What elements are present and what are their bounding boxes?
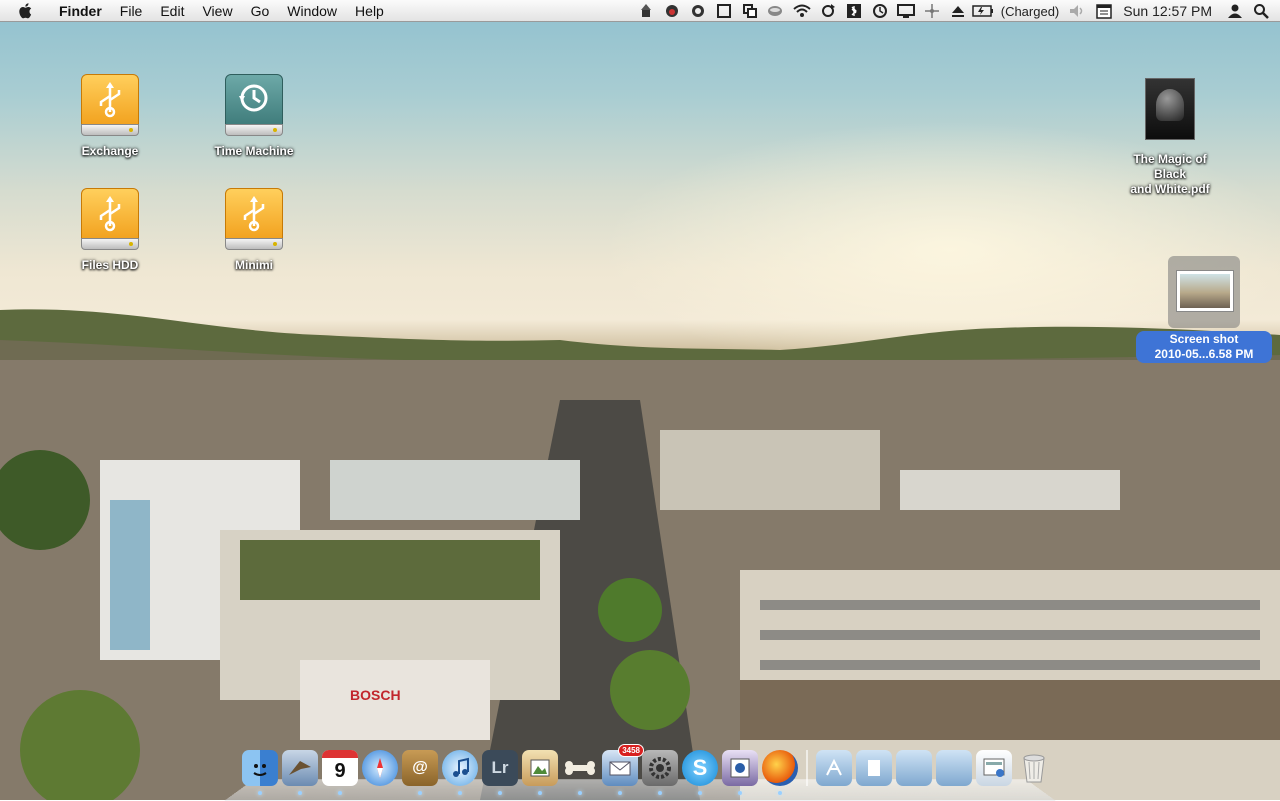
desktop-icon-label: Files HDD [81, 258, 139, 272]
pdf-document-icon [1145, 78, 1195, 140]
desktop-icon-label: Exchange [81, 144, 139, 158]
documents-folder-icon[interactable] [856, 750, 892, 786]
menu-extras: (Charged) Sun 12:57 PM [633, 0, 1280, 22]
bluetooth-panel-icon[interactable] [841, 0, 867, 22]
screenshot-image-icon [1176, 270, 1234, 312]
menu-view[interactable]: View [193, 0, 241, 22]
svg-text:BOSCH: BOSCH [350, 687, 401, 703]
mail-unread-badge: 3458 [618, 744, 644, 757]
usb-drive-icon [81, 74, 139, 138]
display-icon[interactable] [893, 0, 919, 22]
dog-bone-icon[interactable] [562, 750, 598, 795]
copy-icon[interactable] [737, 0, 763, 22]
desktop-icon-label: Time Machine [214, 144, 294, 158]
downloads-folder-icon[interactable] [896, 750, 932, 786]
menu-clock[interactable]: Sun 12:57 PM [1117, 3, 1222, 19]
eject-icon[interactable] [945, 0, 971, 22]
menu-window[interactable]: Window [278, 0, 346, 22]
preview-icon[interactable] [522, 750, 558, 795]
menu-bar: Finder File Edit View Go Window Help (Ch… [0, 0, 1280, 22]
calendar-icon[interactable] [1091, 0, 1117, 22]
desktop-icon-files-hdd[interactable]: Files HDD [60, 188, 160, 273]
quicksilver-icon[interactable] [685, 0, 711, 22]
screenshot-label-line2: 2010-05...6.58 PM [1154, 347, 1254, 361]
sync-icon[interactable] [815, 0, 841, 22]
desktop-icon-label: The Magic of Black and White.pdf [1120, 152, 1220, 197]
apple-menu-icon[interactable] [16, 2, 36, 20]
pdf-label-line2: and White.pdf [1130, 182, 1210, 196]
city-skyline: BOSCH [0, 360, 1280, 800]
folder-icon[interactable] [936, 750, 972, 786]
usb-drive-icon [81, 188, 139, 252]
desktop-icon-pdf[interactable]: The Magic of Black and White.pdf [1120, 78, 1220, 197]
safari-icon[interactable] [362, 750, 398, 786]
square-icon[interactable] [711, 0, 737, 22]
calendar-icon[interactable]: 9 [322, 750, 358, 795]
desktop-wallpaper: BOSCH [0, 0, 1280, 800]
dock-separator [806, 750, 808, 786]
menu-help[interactable]: Help [346, 0, 393, 22]
desktop-icon-exchange[interactable]: Exchange [60, 74, 160, 159]
wizard-icon[interactable] [633, 0, 659, 22]
time-machine-icon[interactable] [867, 0, 893, 22]
menu-app-finder[interactable]: Finder [50, 0, 111, 22]
dock: 9 @ Lr 3458 S [224, 744, 1056, 801]
battery-status-text[interactable]: (Charged) [995, 4, 1066, 19]
itunes-icon[interactable] [442, 750, 478, 795]
menu-edit[interactable]: Edit [151, 0, 193, 22]
screenshot-label-selected[interactable]: Screen shot 2010-05...6.58 PM [1136, 331, 1272, 363]
applications-folder-icon[interactable] [816, 750, 852, 786]
menu-go[interactable]: Go [242, 0, 279, 22]
pdf-label-line1: The Magic of Black [1133, 152, 1207, 181]
user-icon[interactable] [1222, 0, 1248, 22]
finder-icon[interactable] [242, 750, 278, 795]
lightroom-label: Lr [491, 758, 509, 777]
desktop-icon-screenshot[interactable] [1168, 256, 1240, 328]
usb-drive-icon [225, 188, 283, 252]
mail-icon[interactable] [282, 750, 318, 795]
photos-icon[interactable] [722, 750, 758, 795]
monkey-icon[interactable] [659, 0, 685, 22]
calendar-day: 9 [334, 759, 346, 782]
menu-file[interactable]: File [111, 0, 152, 22]
wifi-icon[interactable] [789, 0, 815, 22]
screenshot-label-line1: Screen shot [1169, 332, 1239, 346]
teacup-icon[interactable] [763, 0, 789, 22]
skype-icon[interactable]: S [682, 750, 718, 795]
volume-icon[interactable] [1065, 0, 1091, 22]
mail-badge-icon[interactable]: 3458 [602, 744, 644, 795]
web-page-icon[interactable] [976, 750, 1012, 786]
move-icon[interactable] [919, 0, 945, 22]
firefox-icon[interactable] [762, 750, 798, 795]
time-machine-drive-icon [225, 74, 283, 138]
desktop-icon-time-machine[interactable]: Time Machine [204, 74, 304, 159]
desktop-icon-label: Minimi [235, 258, 273, 272]
trash-icon[interactable] [1016, 750, 1052, 786]
battery-icon[interactable] [971, 0, 995, 22]
system-preferences-icon[interactable] [642, 750, 678, 795]
desktop-icon-minimi[interactable]: Minimi [204, 188, 304, 273]
lightroom-icon[interactable]: Lr [482, 750, 518, 795]
address-book-icon[interactable]: @ [402, 750, 438, 795]
spotlight-icon[interactable] [1248, 0, 1274, 22]
